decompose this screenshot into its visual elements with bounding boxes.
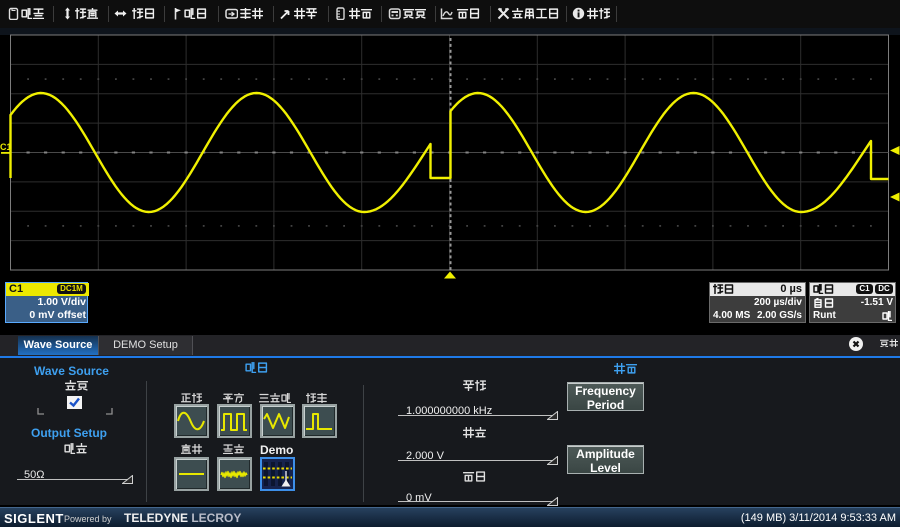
- svg-text:C1: C1: [0, 142, 12, 152]
